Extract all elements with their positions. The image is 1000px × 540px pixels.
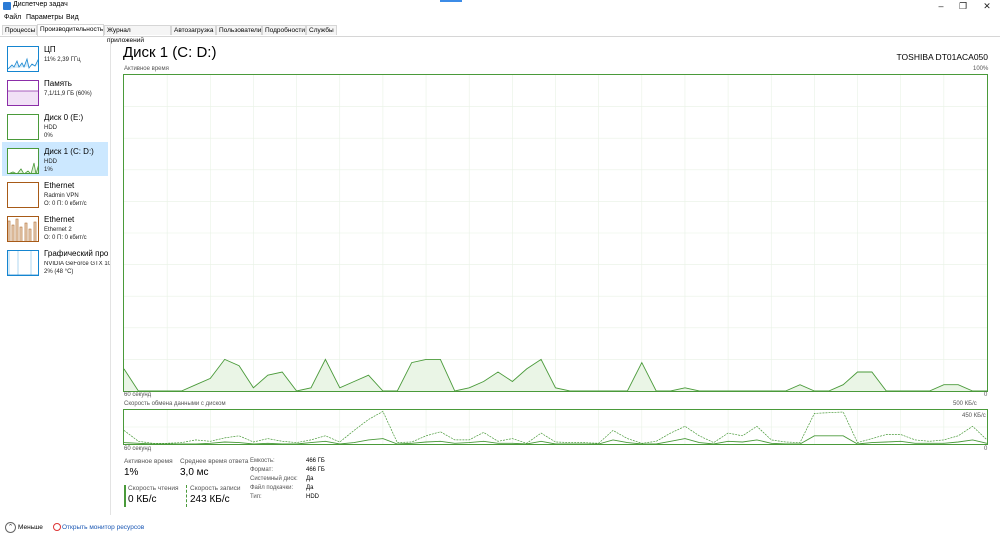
prop-pagefile-value: Да	[306, 485, 314, 491]
active-time-max-label: 100%	[973, 66, 989, 72]
transfer-chart	[123, 409, 988, 445]
sidebar-item-title: Диск 0 (E:)	[44, 113, 84, 122]
read-speed-value: 0 КБ/с	[128, 494, 157, 505]
sidebar-item-detail: HDD	[44, 125, 57, 131]
sidebar-item-title: Ethernet	[44, 215, 75, 224]
tab-processes[interactable]: Процессы	[2, 25, 37, 35]
sidebar-item-value: О: 0 П: 0 кбит/с	[44, 235, 87, 241]
sidebar-item-title: Диск 1 (C: D:)	[44, 147, 94, 156]
sidebar-item-value: О: 0 П: 0 кбит/с	[44, 201, 87, 207]
cpu-graph-icon	[7, 46, 39, 72]
write-speed-label: Скорость записи	[190, 485, 241, 492]
sidebar-item-title: Ethernet	[44, 181, 75, 190]
sidebar-item-value: 2% (48 °C)	[44, 269, 74, 275]
avg-response-value: 3,0 мс	[180, 467, 209, 478]
prop-system-disk-label: Системный диск:	[250, 476, 298, 482]
prop-capacity-label: Емкость:	[250, 458, 275, 464]
prop-system-disk-value: Да	[306, 476, 314, 482]
tab-strip: Процессы Производительность Журнал прило…	[0, 24, 1000, 44]
network-graph-icon	[7, 182, 39, 208]
title-bar: Диспетчер задач – ❐ ✕	[0, 0, 1000, 12]
page-title: Диск 1 (C: D:)	[123, 44, 217, 61]
tab-users[interactable]: Пользователи	[216, 25, 262, 35]
network-graph-icon	[7, 216, 39, 242]
sidebar-item-detail: Radmin VPN	[44, 193, 79, 199]
transfer-chart-svg	[123, 410, 988, 445]
active-time-axis-right: 0	[984, 392, 988, 398]
gpu-graph-icon	[7, 250, 39, 276]
active-time-chart-label: Активное время	[124, 66, 169, 72]
menu-options[interactable]: Параметры	[26, 14, 63, 21]
chevron-up-icon[interactable]: ⌃	[5, 522, 16, 533]
memory-graph-icon	[7, 80, 39, 106]
prop-format-value: 466 ГБ	[306, 467, 325, 473]
sidebar-item-ethernet-2[interactable]: Ethernet Ethernet 2 О: 0 П: 0 кбит/с	[2, 210, 108, 244]
sidebar-item-cpu[interactable]: ЦП 11% 2,39 ГГц	[2, 40, 108, 74]
sidebar-item-detail: 11% 2,39 ГГц	[44, 57, 81, 63]
sidebar-item-disk-0[interactable]: Диск 0 (E:) HDD 0%	[2, 108, 108, 142]
sidebar-item-value: 0%	[44, 133, 53, 139]
tab-services[interactable]: Службы	[306, 25, 337, 35]
transfer-axis-right: 0	[984, 446, 988, 452]
read-rate-indicator	[124, 485, 126, 507]
window-title: Диспетчер задач	[13, 1, 68, 8]
transfer-max-label: 500 КБ/с	[953, 401, 977, 407]
disk-model: TOSHIBA DT01ACA050	[896, 52, 989, 62]
sidebar-item-detail: HDD	[44, 159, 57, 165]
sidebar-item-disk-1[interactable]: Диск 1 (C: D:) HDD 1%	[2, 142, 108, 176]
menu-bar: Файл Параметры Вид	[0, 12, 1000, 23]
disk-graph-icon	[7, 114, 39, 140]
sidebar-item-title: Графический про	[44, 249, 109, 258]
prop-pagefile-label: Файл подкачки:	[250, 485, 294, 491]
resource-monitor-icon	[53, 523, 61, 531]
sidebar-item-ethernet-radmin[interactable]: Ethernet Radmin VPN О: 0 П: 0 кбит/с	[2, 176, 108, 210]
sidebar-item-title: Память	[44, 79, 72, 88]
transfer-axis-left: 60 секунд	[124, 446, 152, 452]
read-speed-label: Скорость чтения	[128, 485, 179, 492]
active-time-stat-label: Активное время	[124, 458, 173, 465]
sidebar-item-memory[interactable]: Память 7,1/11,9 ГБ (60%)	[2, 74, 108, 108]
maximize-button[interactable]: ❐	[950, 0, 976, 12]
menu-view[interactable]: Вид	[66, 14, 79, 21]
footer-bar: ⌃ Меньше Открыть монитор ресурсов	[0, 518, 1000, 540]
title-accent	[440, 0, 462, 2]
sidebar-item-title: ЦП	[44, 45, 56, 54]
sidebar-item-value: 1%	[44, 167, 53, 173]
active-time-chart-svg	[123, 75, 987, 392]
active-time-stat-value: 1%	[124, 467, 139, 478]
task-manager-icon	[3, 2, 11, 10]
transfer-chart-label: Скорость обмена данными с диском	[124, 401, 226, 407]
tab-details[interactable]: Подробности	[262, 25, 306, 35]
write-rate-indicator	[186, 485, 187, 507]
write-speed-value: 243 КБ/с	[190, 494, 230, 505]
fewer-details-button[interactable]: Меньше	[18, 524, 43, 531]
active-time-axis-left: 60 секунд	[124, 392, 152, 398]
menu-file[interactable]: Файл	[4, 14, 21, 21]
tab-startup[interactable]: Автозагрузка	[171, 25, 216, 35]
resource-sidebar: ЦП 11% 2,39 ГГц Память 7,1/11,9 ГБ (60%)…	[0, 37, 111, 515]
tab-app-history[interactable]: Журнал приложений	[104, 25, 171, 44]
sidebar-item-detail: 7,1/11,9 ГБ (60%)	[44, 91, 92, 97]
prop-type-value: HDD	[306, 494, 319, 500]
sidebar-item-detail: Ethernet 2	[44, 227, 72, 233]
disk-graph-icon	[7, 148, 39, 174]
sidebar-item-detail: NVIDIA GeForce GTX 106	[44, 261, 110, 267]
prop-format-label: Формат:	[250, 467, 273, 473]
open-resource-monitor-link[interactable]: Открыть монитор ресурсов	[62, 524, 144, 531]
tab-performance[interactable]: Производительность	[37, 24, 104, 36]
transfer-marker-label: 450 КБ/с	[962, 413, 986, 419]
close-button[interactable]: ✕	[974, 0, 1000, 12]
active-time-chart	[123, 74, 988, 392]
avg-response-label: Среднее время ответа	[180, 458, 249, 465]
sidebar-item-gpu[interactable]: Графический про NVIDIA GeForce GTX 106 2…	[2, 244, 110, 278]
prop-capacity-value: 466 ГБ	[306, 458, 325, 464]
prop-type-label: Тип:	[250, 494, 262, 500]
